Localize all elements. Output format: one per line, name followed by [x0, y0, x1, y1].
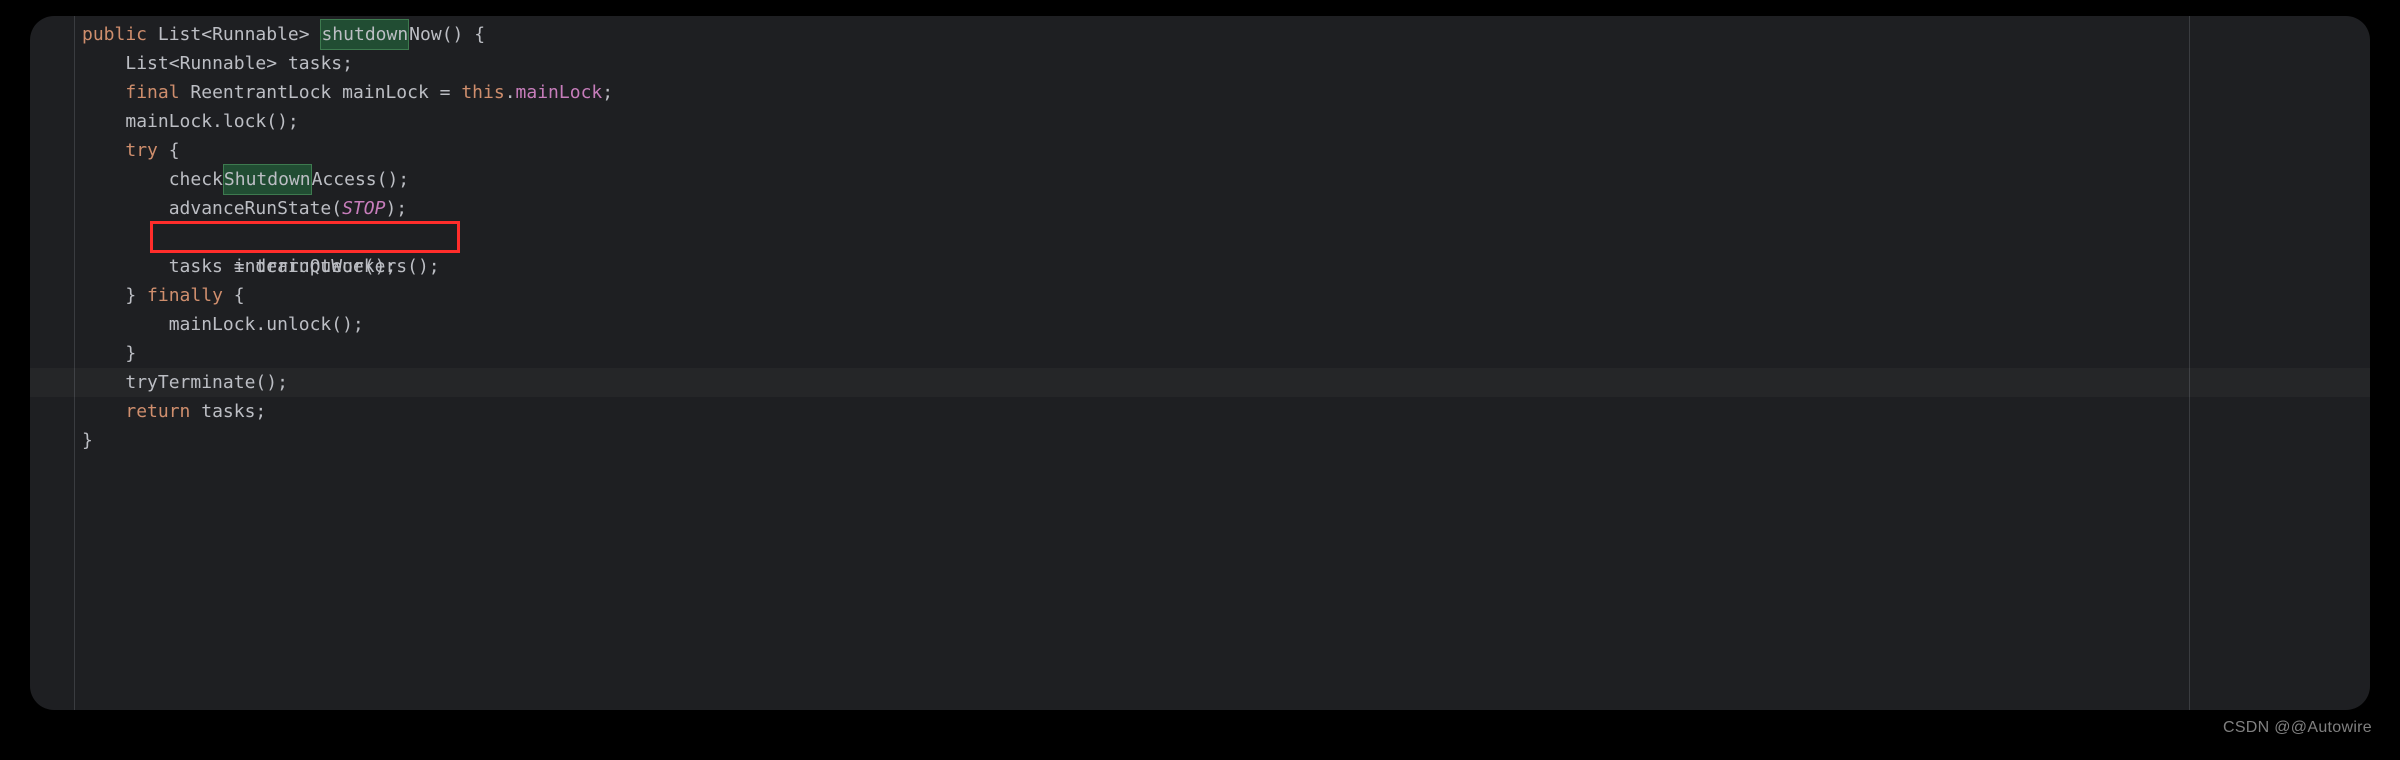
- watermark: CSDN @@Autowire: [2223, 713, 2372, 742]
- code-editor-frame: public List<Runnable> shutdownNow() { Li…: [30, 16, 2370, 710]
- red-highlight-box: [150, 221, 460, 253]
- code-area[interactable]: public List<Runnable> shutdownNow() { Li…: [30, 16, 2370, 710]
- code-line[interactable]: final ReentrantLock mainLock = this.main…: [30, 78, 2370, 107]
- code-line[interactable]: } finally {: [30, 281, 2370, 310]
- code-line[interactable]: tryTerminate();: [30, 368, 2370, 397]
- code-line[interactable]: mainLock.unlock();: [30, 310, 2370, 339]
- code-line[interactable]: tasks = drainQueue();: [30, 252, 2370, 281]
- code-line[interactable]: }: [30, 426, 2370, 455]
- code-line[interactable]: try {: [30, 136, 2370, 165]
- highlight-shutdown: shutdown: [320, 19, 409, 50]
- code-line[interactable]: interruptWorkers();: [30, 223, 2370, 252]
- code-line[interactable]: public List<Runnable> shutdownNow() {: [30, 20, 2370, 49]
- code-line[interactable]: checkShutdownAccess();: [30, 165, 2370, 194]
- code-line[interactable]: mainLock.lock();: [30, 107, 2370, 136]
- code-line[interactable]: List<Runnable> tasks;: [30, 49, 2370, 78]
- highlight-shutdown: Shutdown: [223, 164, 312, 195]
- code-line[interactable]: return tasks;: [30, 397, 2370, 426]
- code-line[interactable]: advanceRunState(STOP);: [30, 194, 2370, 223]
- keyword-public: public: [82, 24, 147, 45]
- code-line[interactable]: }: [30, 339, 2370, 368]
